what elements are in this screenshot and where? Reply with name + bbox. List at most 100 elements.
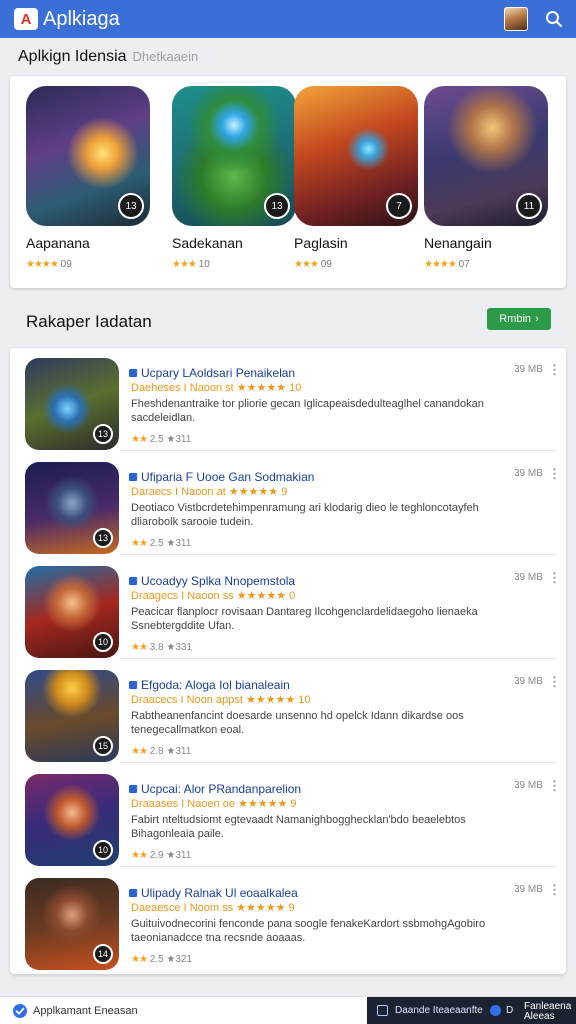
row-description: Guituivodnecorini fenconde pana soogle f… [131, 918, 486, 944]
more-vertical-icon[interactable]: ⋮ [548, 466, 561, 482]
app-type-icon [129, 369, 137, 377]
age-badge: 7 [386, 193, 412, 219]
top-app-bar: A Aplkiaga [0, 0, 576, 38]
panel-icon [377, 1005, 388, 1016]
rating-value: 3.8 ★331 [149, 642, 193, 653]
more-vertical-icon[interactable]: ⋮ [548, 570, 561, 586]
game-thumbnail: 13 [172, 86, 296, 226]
bottom-dark-number: D [506, 1005, 514, 1016]
rating-stars: ★★ [131, 538, 148, 549]
game-thumbnail: 7 [294, 86, 418, 226]
row-meta: Daeaesce I Noom ss ★★★★★ 9 [131, 902, 295, 914]
rating-stars: ★★ [131, 642, 148, 653]
bottom-label[interactable]: Applkamant Eneasan [33, 1005, 138, 1017]
row-meta: Draaases I Naoen oe ★★★★★ 9 [131, 798, 297, 810]
more-vertical-icon[interactable]: ⋮ [548, 674, 561, 690]
row-rating: ★★ 2.8 ★311 [131, 746, 191, 757]
logo-glyph: A [20, 10, 32, 28]
row-size: 39 MB [514, 676, 543, 687]
rating-value: 2.8 ★311 [149, 746, 192, 757]
row-rating: ★★ 2.5 ★311 [131, 538, 191, 549]
game-thumbnail: 10 [25, 774, 119, 866]
rating-stars: ★★ [131, 850, 148, 861]
game-thumbnail: 13 [25, 462, 119, 554]
list-title: Rakaper Iadatan [26, 312, 152, 331]
row-title-group: Ucoadyy Splka Nnopemstola [129, 574, 295, 588]
rating-value: 10 [198, 259, 210, 270]
rating-value: 09 [60, 259, 72, 270]
game-thumbnail: 11 [424, 86, 548, 226]
list-item[interactable]: 10 Ucpcai: Alor PRandanparelion Draaases… [10, 764, 566, 867]
age-badge: 13 [264, 193, 290, 219]
row-title-group: Ucpcai: Alor PRandanparelion [129, 782, 301, 796]
rating-stars: ★★★ [294, 259, 319, 270]
bottom-dark-label-secondary[interactable]: Fanleaena Aleeas [524, 1002, 572, 1022]
featured-item[interactable]: 11 Nenangain ★★★★ 07 [424, 86, 548, 270]
row-size: 39 MB [514, 572, 543, 583]
list-item[interactable]: 13 Ucpary LAoldsari Penaikelan Daeheses … [10, 348, 566, 451]
featured-item-name: Paglasin [294, 235, 348, 251]
row-description: Fabirt nteltudsiomt egtevaadt Namanighbo… [131, 814, 466, 840]
rating-value: 2.5 ★321 [149, 954, 193, 965]
row-description: Rabtheanenfancint doesarde unsenno hd op… [131, 710, 464, 736]
rating-value: 2.9 ★311 [149, 850, 192, 861]
rating-stars: ★★★ [172, 259, 197, 270]
avatar[interactable] [504, 7, 528, 31]
row-size: 39 MB [514, 364, 543, 375]
rating-stars: ★★ [131, 434, 148, 445]
row-title[interactable]: Efgoda: Aloga Iol bianaleain [141, 678, 290, 692]
featured-item-name: Aapanana [26, 235, 90, 251]
featured-header: Aplkign Idensia Dhetkaaein [18, 48, 198, 66]
search-icon[interactable] [542, 7, 566, 31]
app-type-icon [129, 681, 137, 689]
featured-subtitle: Dhetkaaein [132, 49, 199, 64]
more-vertical-icon[interactable]: ⋮ [548, 778, 561, 794]
rating-stars: ★★★★ [26, 259, 59, 270]
game-thumbnail: 10 [25, 566, 119, 658]
row-title-group: Ucpary LAoldsari Penaikelan [129, 366, 295, 380]
row-title[interactable]: Ulipady Ralnak Ul eoaalkalea [141, 886, 298, 900]
more-vertical-icon[interactable]: ⋮ [548, 882, 561, 898]
rating-stars: ★★ [131, 954, 148, 965]
featured-item[interactable]: 13 Aapanana ★★★★ 09 [26, 86, 150, 270]
rating-value: 09 [320, 259, 332, 270]
featured-item[interactable]: 7 Paglasin ★★★ 09 [294, 86, 418, 270]
more-vertical-icon[interactable]: ⋮ [548, 362, 561, 378]
row-meta: Draagecs I Naoon ss ★★★★★ 0 [131, 590, 296, 602]
game-thumbnail: 13 [25, 358, 119, 450]
app-logo[interactable]: A [14, 8, 38, 30]
featured-item-rating: ★★★ 09 [294, 259, 418, 270]
row-title[interactable]: Ufiparia F Uooe Gan Sodmakian [141, 470, 314, 484]
list-item[interactable]: 14 Ulipady Ralnak Ul eoaalkalea Daeaesce… [10, 868, 566, 971]
row-divider [120, 450, 556, 451]
bottom-dark-panel[interactable]: Daande Iteaeaanfte D Fanleaena Aleeas [367, 997, 576, 1024]
age-badge: 13 [93, 528, 113, 548]
list-item[interactable]: 10 Ucoadyy Splka Nnopemstola Draagecs I … [10, 556, 566, 659]
age-badge: 15 [93, 736, 113, 756]
bottom-bar: Applkamant Eneasan Daande Iteaeaanfte D … [0, 996, 576, 1024]
featured-item[interactable]: 13 Sadekanan ★★★ 10 [172, 86, 296, 270]
row-title[interactable]: Ucoadyy Splka Nnopemstola [141, 574, 295, 588]
row-description: Peacicar flanplocr rovisaan Dantareg Ilc… [131, 606, 478, 632]
game-thumbnail: 15 [25, 670, 119, 762]
row-title[interactable]: Ucpcai: Alor PRandanparelion [141, 782, 301, 796]
status-icon [490, 1005, 501, 1016]
row-title[interactable]: Ucpary LAoldsari Penaikelan [141, 366, 295, 380]
featured-card: 13 Aapanana ★★★★ 09 13 Sadekanan ★★★ 10 … [10, 76, 566, 288]
list-item[interactable]: 15 Efgoda: Aloga Iol bianaleain Draacecs… [10, 660, 566, 763]
app-type-icon [129, 889, 137, 897]
check-icon [12, 1003, 28, 1024]
row-meta: Daeheses I Naoon st ★★★★★ 10 [131, 382, 302, 394]
bottom-dark-label[interactable]: Daande Iteaeaanfte [395, 1005, 483, 1016]
list-item[interactable]: 13 Ufiparia F Uooe Gan Sodmakian Daraecs… [10, 452, 566, 555]
game-thumbnail: 14 [25, 878, 119, 970]
app-title: Aplkiaga [43, 7, 120, 30]
featured-item-rating: ★★★★ 07 [424, 259, 548, 270]
row-rating: ★★ 3.8 ★331 [131, 642, 192, 653]
featured-item-rating: ★★★ 10 [172, 259, 296, 270]
row-meta: Daraecs I Naoon at ★★★★★ 9 [131, 486, 288, 498]
rating-stars: ★★ [131, 746, 148, 757]
featured-item-name: Nenangain [424, 235, 492, 251]
list-action-button[interactable]: Rmbin › [487, 308, 551, 330]
featured-title: Aplkign Idensia [18, 48, 127, 65]
